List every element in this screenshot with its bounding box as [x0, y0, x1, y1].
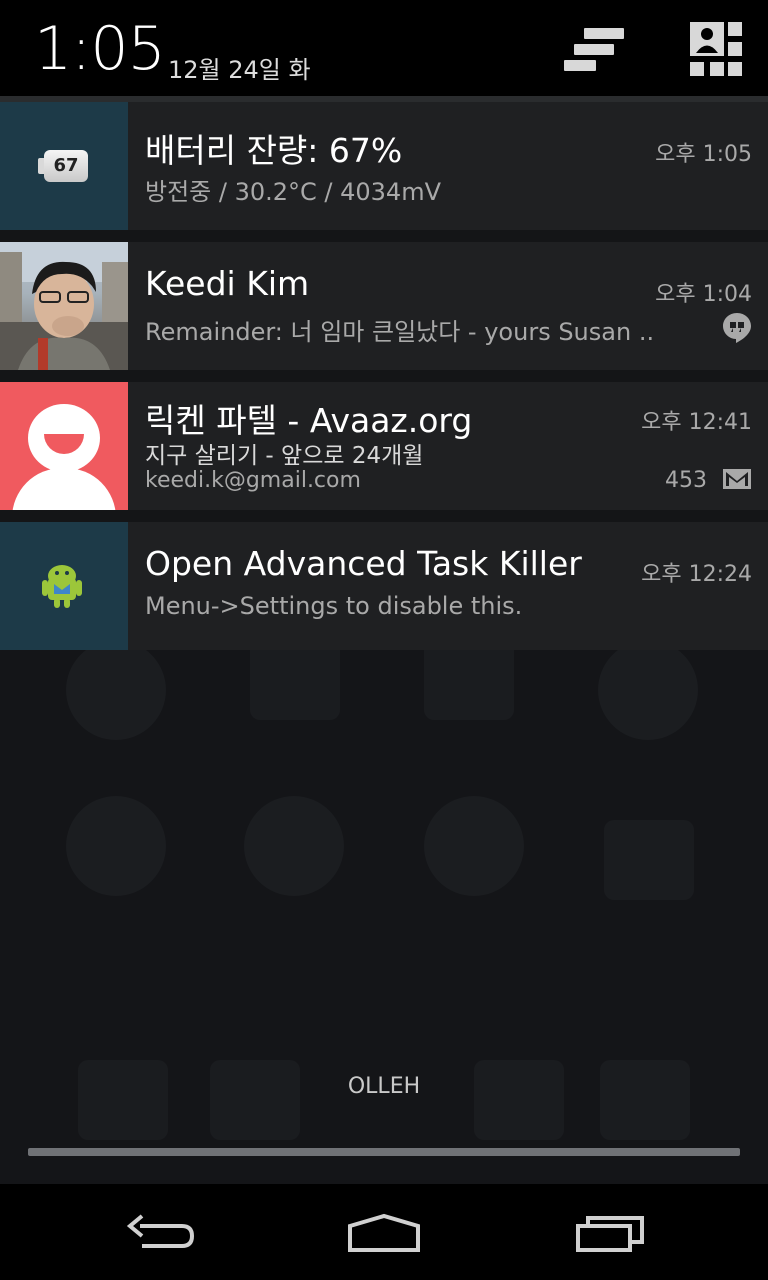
notification-divider [0, 230, 768, 242]
bg-app-icon [604, 820, 694, 900]
home-button[interactable] [334, 1204, 434, 1260]
clock: 1:05 [34, 14, 166, 84]
notification-title: 배터리 잔량: 67% [145, 131, 403, 170]
notification-hangouts[interactable]: Keedi Kim Remainder: 너 임마 큰일났다 - yours S… [0, 242, 768, 370]
notification-time: 오후 12:24 [641, 562, 752, 587]
bg-app-icon [244, 796, 344, 896]
bg-app-icon [66, 640, 166, 740]
battery-icon: 67 [0, 102, 128, 230]
bg-app-icon [424, 796, 524, 896]
home-icon [348, 1213, 420, 1252]
notification-text: Remainder: 너 임마 큰일났다 - yours Susan .. [145, 318, 655, 346]
bg-dock-icon [600, 1060, 690, 1140]
clear-all-button[interactable] [562, 26, 626, 74]
notification-title: 릭켄 파텔 - Avaaz.org [145, 401, 473, 440]
notification-divider [0, 370, 768, 382]
notification-title: Open Advanced Task Killer [145, 544, 582, 583]
notification-text: Menu->Settings to disable this. [145, 592, 523, 620]
default-avatar [0, 382, 128, 518]
handle-bar [28, 1148, 740, 1156]
unread-count: 453 [665, 468, 707, 493]
notification-time: 오후 12:41 [641, 410, 752, 435]
quick-settings-icon [690, 22, 742, 76]
notification-text: 방전중 / 30.2°C / 4034mV [145, 178, 441, 206]
bg-dock-icon [210, 1060, 300, 1140]
bg-dock-icon [474, 1060, 564, 1140]
bg-app-icon [250, 640, 340, 720]
notification-task-killer[interactable]: Open Advanced Task Killer Menu->Settings… [0, 522, 768, 650]
clear-all-icon [584, 28, 624, 39]
home-screen-background [0, 640, 768, 1184]
gmail-icon [723, 469, 751, 489]
notification-time: 오후 1:05 [655, 142, 752, 167]
shade-drag-handle[interactable] [0, 1130, 768, 1184]
notification-text: 지구 살리기 - 앞으로 24개월 [145, 443, 424, 469]
bg-app-icon [66, 796, 166, 896]
recent-apps-icon [576, 1216, 644, 1252]
date: 12월 24일 화 [168, 56, 311, 84]
notification-divider [0, 510, 768, 522]
notification-gmail[interactable]: 릭켄 파텔 - Avaaz.org 지구 살리기 - 앞으로 24개월 keed… [0, 382, 768, 518]
notification-header: 1:05 12월 24일 화 [0, 0, 768, 96]
navigation-bar [0, 1184, 768, 1280]
notification-time: 오후 1:04 [655, 282, 752, 307]
carrier-label: OLLEH [347, 1074, 421, 1099]
recent-apps-button[interactable] [560, 1204, 660, 1260]
bg-app-icon [598, 640, 698, 740]
contact-photo [0, 242, 128, 370]
bg-app-icon [424, 640, 514, 720]
account-email: keedi.k@gmail.com [145, 468, 361, 493]
android-icon [0, 522, 128, 650]
notification-battery[interactable]: 67 배터리 잔량: 67% 방전중 / 30.2°C / 4034mV 오후 … [0, 102, 768, 230]
quick-settings-button[interactable] [690, 22, 744, 76]
back-icon [126, 1214, 195, 1248]
bg-dock-icon [78, 1060, 168, 1140]
back-button[interactable] [112, 1204, 212, 1260]
hangouts-icon [723, 313, 751, 343]
notification-title: Keedi Kim [145, 264, 310, 303]
